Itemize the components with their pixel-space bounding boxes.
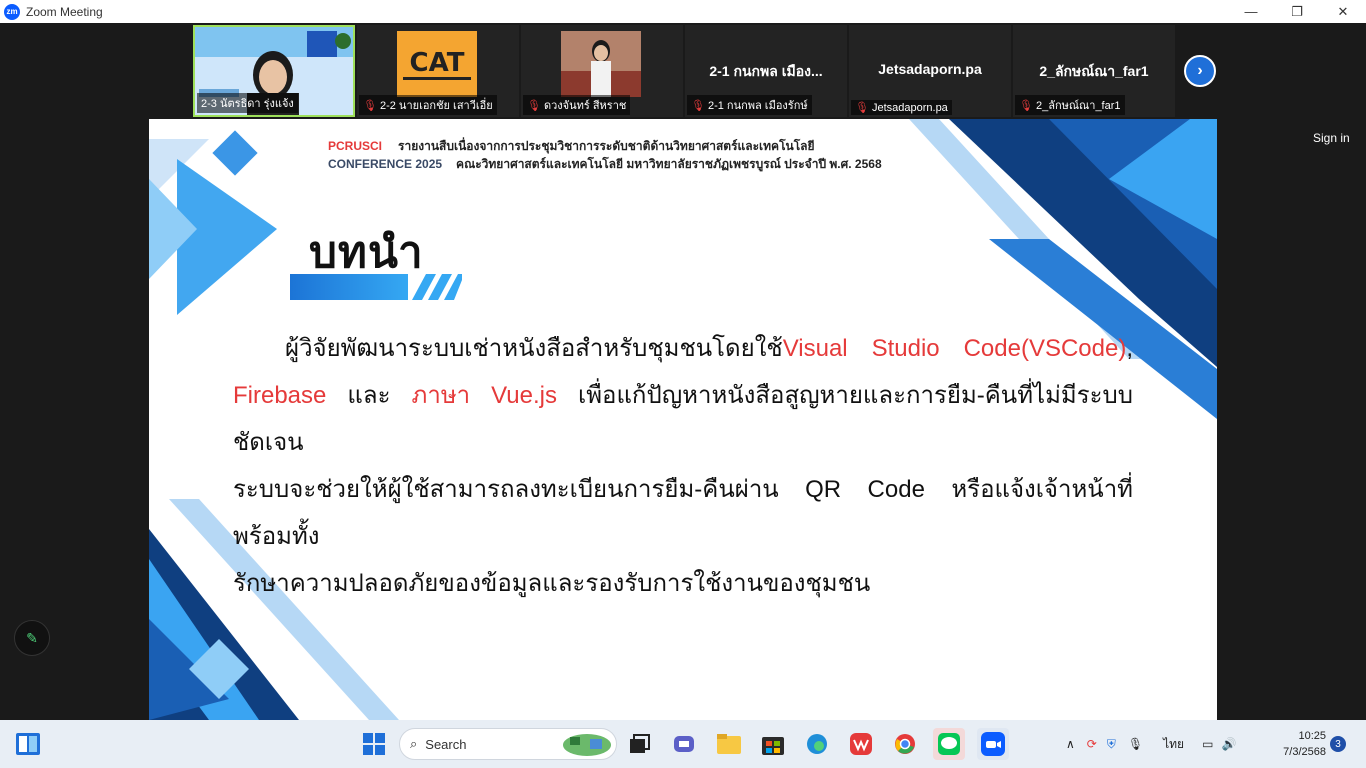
participant-display-name: 2-1 กนกพล เมือง... bbox=[709, 63, 823, 79]
clock-date: 7/3/2568 bbox=[1283, 746, 1326, 758]
body-line: ระบบจะช่วยให้ผู้ใช้สามารถลงทะเบียนการยืม… bbox=[233, 476, 1133, 550]
chrome-browser-icon[interactable] bbox=[889, 728, 921, 760]
cat-logo-text: CAT bbox=[410, 48, 465, 78]
participant-name: 🎙 ดวงจันทร์ สีหราช bbox=[523, 95, 631, 115]
sync-icon[interactable]: ⟳ bbox=[1087, 737, 1097, 751]
participant-video bbox=[561, 31, 641, 97]
input-language[interactable]: ไทย bbox=[1163, 735, 1184, 754]
task-view-icon[interactable] bbox=[624, 728, 656, 760]
conference-tag: PCRUSCI bbox=[328, 139, 383, 153]
minimize-button[interactable]: — bbox=[1228, 0, 1274, 23]
participant-tile[interactable]: 2_ลักษณ์ณา_far1 🎙 2_ลักษณ์ณา_far1 bbox=[1013, 25, 1175, 117]
defender-shield-icon[interactable]: ⛨ bbox=[1107, 737, 1116, 752]
clock-time: 10:25 bbox=[1298, 730, 1326, 742]
microsoft-store-icon[interactable] bbox=[757, 728, 789, 760]
system-tray: ∧ ⟳ ⛨ 🎙 ไทย ▭ 🔊 bbox=[1066, 720, 1236, 768]
mic-muted-icon: 🎙 bbox=[855, 102, 869, 114]
mic-muted-icon: 🎙 bbox=[363, 99, 377, 112]
participant-tile[interactable]: Jetsadaporn.pa 🎙 Jetsadaporn.pa bbox=[849, 25, 1011, 117]
participant-tile[interactable]: CAT 🎙 2-2 นายเอกชัย เสาวีเอี่ย bbox=[357, 25, 519, 117]
window-title: Zoom Meeting bbox=[26, 4, 103, 19]
close-button[interactable]: ✕ bbox=[1320, 0, 1366, 23]
slide-header-line1: PCRUSCI รายงานสืบเนื่องจากการประชุมวิชากา… bbox=[328, 137, 815, 156]
microphone-icon[interactable]: 🎙 bbox=[1128, 737, 1143, 751]
taskbar-search-input[interactable]: ⌕ Search bbox=[399, 728, 617, 760]
heading-underline-bar bbox=[290, 274, 462, 300]
shared-screen-slide: PCRUSCI รายงานสืบเนื่องจากการประชุมวิชากา… bbox=[149, 119, 1217, 720]
volume-icon[interactable]: 🔊 bbox=[1221, 737, 1236, 751]
windows-taskbar: ⌕ Search ∧ ⟳ ⛨ 🎙 ไทย ▭ 🔊 10:25 7/3/2568 bbox=[0, 720, 1366, 768]
slide-body-text: ผู้วิจัยพัฒนาระบบเช่าหนังสือสำหรับชุมชนโ… bbox=[233, 325, 1133, 607]
body-line: ผู้วิจัยพัฒนาระบบเช่าหนังสือสำหรับชุมชนโ… bbox=[285, 335, 1133, 362]
show-hidden-icons-icon[interactable]: ∧ bbox=[1066, 737, 1075, 751]
start-menu-icon[interactable] bbox=[358, 728, 390, 760]
sign-in-link[interactable]: Sign in bbox=[1313, 131, 1350, 145]
notification-count-badge[interactable]: 3 bbox=[1330, 736, 1346, 752]
header-text: คณะวิทยาศาสตร์และเทคโนโลยี มหาวิทยาลัยรา… bbox=[456, 157, 882, 171]
meet-video-icon[interactable] bbox=[668, 728, 700, 760]
participant-name: 🎙 2-1 กนกพล เมืองรักษ์ bbox=[687, 95, 812, 115]
mic-muted-icon: 🎙 bbox=[691, 99, 705, 112]
search-icon: ⌕ bbox=[410, 736, 418, 751]
mic-muted-icon: 🎙 bbox=[527, 99, 541, 112]
edge-browser-icon[interactable] bbox=[801, 728, 833, 760]
search-highlight-icon bbox=[563, 734, 611, 756]
window-titlebar: zm Zoom Meeting — ❐ ✕ bbox=[0, 0, 1366, 23]
restore-button[interactable]: ❐ bbox=[1274, 0, 1320, 23]
participant-video: CAT bbox=[397, 31, 477, 97]
next-page-arrow-icon[interactable]: › bbox=[1184, 55, 1216, 87]
participant-tile[interactable]: 2-3 นัตรธิดา รุ่งแจ้ง bbox=[193, 25, 355, 117]
wps-office-icon[interactable] bbox=[845, 728, 877, 760]
file-explorer-icon[interactable] bbox=[713, 728, 745, 760]
participant-name: 🎙 Jetsadaporn.pa bbox=[851, 100, 952, 115]
clock[interactable]: 10:25 7/3/2568 bbox=[1268, 728, 1326, 760]
conference-year-tag: CONFERENCE 2025 bbox=[328, 157, 443, 171]
network-icon[interactable]: ▭ bbox=[1202, 737, 1213, 751]
participant-strip: 2-3 นัตรธิดา รุ่งแจ้ง CAT 🎙 2-2 นายเอกชัย… bbox=[193, 25, 1177, 117]
participant-name: 2-3 นัตรธิดา รุ่งแจ้ง bbox=[197, 93, 298, 113]
slide-header-line2: CONFERENCE 2025 คณะวิทยาศาสตร์และเทคโนโลย… bbox=[328, 155, 882, 174]
widgets-icon[interactable] bbox=[12, 728, 44, 760]
zoom-logo-icon: zm bbox=[4, 3, 20, 20]
mic-muted-icon: 🎙 bbox=[1019, 99, 1033, 112]
body-line: Firebase และ ภาษา Vue.js เพื่อแก้ปัญหาหน… bbox=[233, 382, 1133, 456]
participant-name: 🎙 2_ลักษณ์ณา_far1 bbox=[1015, 95, 1125, 115]
zoom-app-icon[interactable] bbox=[977, 728, 1009, 760]
line-app-icon[interactable] bbox=[933, 728, 965, 760]
participant-name: 🎙 2-2 นายเอกชัย เสาวีเอี่ย bbox=[359, 95, 497, 115]
annotate-pen-icon[interactable]: ✎ bbox=[14, 620, 50, 656]
search-placeholder: Search bbox=[425, 736, 467, 752]
participant-display-name: 2_ลักษณ์ณา_far1 bbox=[1039, 63, 1149, 79]
participant-display-name: Jetsadaporn.pa bbox=[878, 61, 982, 77]
body-line: รักษาความปลอดภัยของข้อมูลและรองรับการใช้… bbox=[233, 570, 871, 597]
meeting-area: 2-3 นัตรธิดา รุ่งแจ้ง CAT 🎙 2-2 นายเอกชัย… bbox=[0, 23, 1366, 720]
header-text: รายงานสืบเนื่องจากการประชุมวิชาการระดับช… bbox=[398, 139, 815, 153]
participant-tile[interactable]: 🎙 ดวงจันทร์ สีหราช bbox=[521, 25, 683, 117]
participant-tile[interactable]: 2-1 กนกพล เมือง... 🎙 2-1 กนกพล เมืองรักษ์ bbox=[685, 25, 847, 117]
